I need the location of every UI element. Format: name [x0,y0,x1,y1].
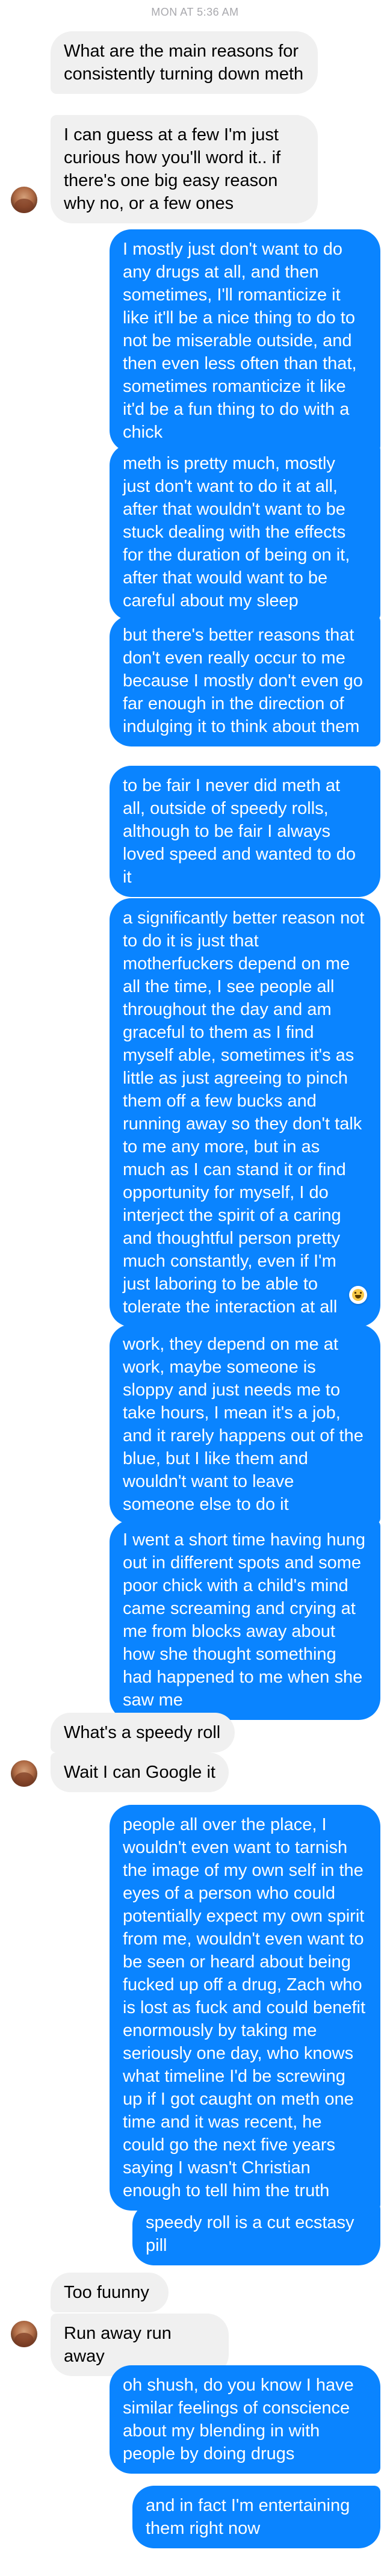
contact-avatar[interactable] [11,187,37,213]
message-thread[interactable]: MON AT 5:36 AM What are the main reasons… [0,0,390,2576]
sent-message[interactable]: and in fact I'm entertaining them right … [132,2486,380,2548]
received-message[interactable]: What's a speedy roll [51,1713,235,1752]
sent-message[interactable]: work, they depend on me at work, maybe s… [110,1324,380,1524]
sent-message[interactable]: meth is pretty much, mostly just don't w… [110,444,380,621]
sent-message[interactable]: to be fair I never did meth at all, outs… [110,766,380,897]
contact-avatar[interactable] [11,2321,37,2347]
received-message[interactable]: Wait I can Google it [51,1752,229,1792]
laughing-reaction-icon[interactable] [349,1286,367,1304]
received-message[interactable]: What are the main reasons for consistent… [51,31,318,94]
sent-message[interactable]: oh shush, do you know I have similar fee… [110,2365,380,2474]
contact-avatar[interactable] [11,1760,37,1787]
received-message[interactable]: Too fuunny [51,2273,169,2312]
received-message[interactable]: I can guess at a few I'm just curious ho… [51,115,318,223]
sent-message[interactable]: people all over the place, I wouldn't ev… [110,1805,380,2211]
sent-message[interactable]: but there's better reasons that don't ev… [110,615,380,746]
sent-message[interactable]: I went a short time having hung out in d… [110,1520,380,1720]
sent-message[interactable]: a significantly better reason not to do … [110,898,380,1327]
sent-message[interactable]: speedy roll is a cut ecstasy pill [132,2203,380,2265]
laughing-face-icon [352,1289,364,1301]
timestamp: MON AT 5:36 AM [151,6,239,18]
sent-message[interactable]: I mostly just don't want to do any drugs… [110,229,380,452]
